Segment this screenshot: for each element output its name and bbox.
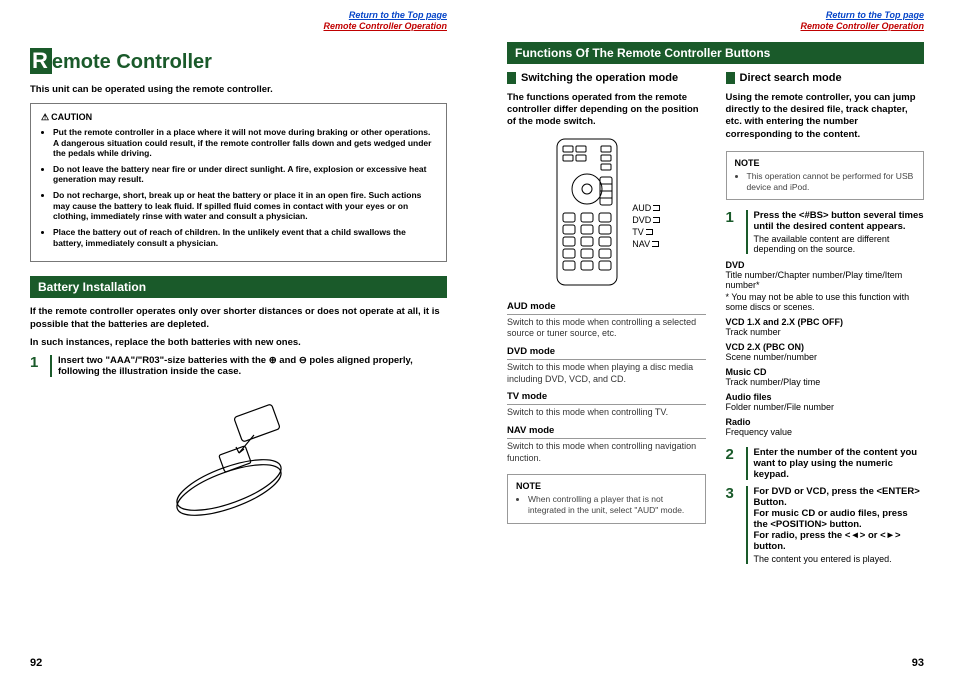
mode-switch-labels: AUD DVD TV NAV bbox=[632, 137, 660, 287]
caution-item: Do not recharge, short, break up or heat… bbox=[53, 190, 436, 222]
step-body: Press the <#BS> button several times unt… bbox=[746, 210, 925, 254]
step-body: For DVD or VCD, press the <ENTER> Button… bbox=[746, 486, 925, 564]
note-item: This operation cannot be performed for U… bbox=[747, 171, 916, 193]
mode-desc: Switch to this mode when controlling a s… bbox=[507, 317, 706, 340]
step-number: 1 bbox=[726, 210, 740, 254]
mode-label: AUD bbox=[632, 203, 660, 213]
col-switching: Switching the operation mode The functio… bbox=[507, 72, 706, 570]
mode-label: NAV bbox=[632, 239, 660, 249]
mode-title: TV mode bbox=[507, 391, 706, 405]
step-number: 1 bbox=[30, 355, 44, 377]
def-block: RadioFrequency value bbox=[726, 417, 925, 437]
top-links: Return to the Top page Remote Controller… bbox=[30, 10, 447, 32]
functions-heading: Functions Of The Remote Controller Butto… bbox=[507, 42, 924, 64]
battery-step: 1 Insert two "AAA"/"R03"-size batteries … bbox=[30, 355, 447, 377]
mode-block: AUD mode Switch to this mode when contro… bbox=[507, 301, 706, 340]
chapter-title-rest: emote Controller bbox=[52, 51, 212, 73]
mode-title: DVD mode bbox=[507, 346, 706, 360]
note-item: When controlling a player that is not in… bbox=[528, 494, 697, 516]
mode-desc: Switch to this mode when controlling TV. bbox=[507, 407, 706, 419]
switching-heading: Switching the operation mode bbox=[507, 72, 706, 84]
mode-block: NAV mode Switch to this mode when contro… bbox=[507, 425, 706, 464]
remote-diagram: AUD DVD TV NAV bbox=[507, 137, 706, 287]
def-block: Music CDTrack number/Play time bbox=[726, 367, 925, 387]
link-top[interactable]: Return to the Top page bbox=[507, 10, 924, 21]
mode-block: TV mode Switch to this mode when control… bbox=[507, 391, 706, 419]
mode-desc: Switch to this mode when controlling nav… bbox=[507, 441, 706, 464]
caution-item: Do not leave the battery near fire or un… bbox=[53, 164, 436, 185]
note-title: NOTE bbox=[735, 158, 916, 168]
def-block: VCD 2.X (PBC ON)Scene number/number bbox=[726, 342, 925, 362]
def-extra: * You may not be able to use this functi… bbox=[726, 292, 925, 312]
direct-desc: Using the remote controller, you can jum… bbox=[726, 92, 925, 141]
caution-list: Put the remote controller in a place whe… bbox=[41, 127, 436, 248]
battery-p1: If the remote controller operates only o… bbox=[30, 306, 447, 331]
def-block: DVDTitle number/Chapter number/Play time… bbox=[726, 260, 925, 290]
caution-title: CAUTION bbox=[41, 112, 436, 123]
battery-illustration bbox=[30, 395, 447, 528]
mode-block: DVD mode Switch to this mode when playin… bbox=[507, 346, 706, 385]
mode-label: DVD bbox=[632, 215, 660, 225]
battery-heading: Battery Installation bbox=[30, 276, 447, 298]
two-columns: Switching the operation mode The functio… bbox=[507, 72, 924, 570]
caution-box: CAUTION Put the remote controller in a p… bbox=[30, 103, 447, 262]
chapter-title: Remote Controller bbox=[30, 48, 447, 74]
mode-label: TV bbox=[632, 227, 660, 237]
battery-p2: In such instances, replace the both batt… bbox=[30, 337, 447, 349]
step-number: 3 bbox=[726, 486, 740, 564]
note-title: NOTE bbox=[516, 481, 697, 491]
mode-title: NAV mode bbox=[507, 425, 706, 439]
link-section[interactable]: Remote Controller Operation bbox=[507, 21, 924, 32]
note-box-right: NOTE This operation cannot be performed … bbox=[726, 151, 925, 200]
def-block: VCD 1.X and 2.X (PBC OFF)Track number bbox=[726, 317, 925, 337]
col-direct: Direct search mode Using the remote cont… bbox=[726, 72, 925, 570]
caution-item: Place the battery out of reach of childr… bbox=[53, 227, 436, 248]
direct-heading: Direct search mode bbox=[726, 72, 925, 84]
page-right: Return to the Top page Remote Controller… bbox=[477, 10, 954, 677]
direct-step-2: 2 Enter the number of the content you wa… bbox=[726, 447, 925, 480]
top-links: Return to the Top page Remote Controller… bbox=[507, 10, 924, 32]
page-left: Return to the Top page Remote Controller… bbox=[0, 10, 477, 677]
link-section[interactable]: Remote Controller Operation bbox=[30, 21, 447, 32]
step-text: Insert two "AAA"/"R03"-size batteries wi… bbox=[50, 355, 447, 377]
note-box-left: NOTE When controlling a player that is n… bbox=[507, 474, 706, 523]
def-block: Audio filesFolder number/File number bbox=[726, 392, 925, 412]
direct-step-3: 3 For DVD or VCD, press the <ENTER> Butt… bbox=[726, 486, 925, 564]
caution-item: Put the remote controller in a place whe… bbox=[53, 127, 436, 159]
page-number-right: 93 bbox=[507, 645, 924, 677]
link-top[interactable]: Return to the Top page bbox=[30, 10, 447, 21]
mode-title: AUD mode bbox=[507, 301, 706, 315]
mode-desc: Switch to this mode when playing a disc … bbox=[507, 362, 706, 385]
remote-illustration-svg bbox=[159, 395, 319, 525]
intro-text: This unit can be operated using the remo… bbox=[30, 84, 447, 95]
remote-svg bbox=[552, 137, 622, 287]
direct-step-1: 1 Press the <#BS> button several times u… bbox=[726, 210, 925, 254]
chapter-title-initial: R bbox=[30, 48, 52, 74]
switching-desc: The functions operated from the remote c… bbox=[507, 92, 706, 129]
step-number: 2 bbox=[726, 447, 740, 480]
step-body: Enter the number of the content you want… bbox=[746, 447, 925, 480]
page-number-left: 92 bbox=[30, 645, 447, 677]
